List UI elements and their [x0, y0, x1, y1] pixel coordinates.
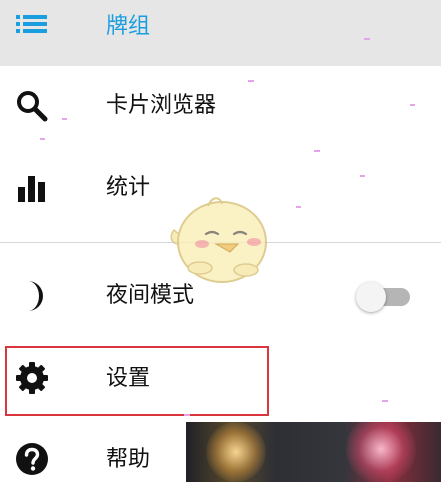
decorative-speck — [314, 150, 320, 152]
bar-chart-icon — [14, 170, 50, 206]
decorative-speck — [296, 206, 301, 208]
menu-item-label: 卡片浏览器 — [106, 93, 217, 118]
drawer-header-decks[interactable]: 牌组 — [0, 0, 441, 66]
search-icon — [14, 88, 50, 124]
banner-light-glow — [346, 422, 416, 482]
decorative-speck — [360, 175, 365, 177]
menu-item-label: 统计 — [106, 175, 151, 200]
menu-item-label: 帮助 — [106, 447, 151, 472]
toggle-thumb — [356, 282, 386, 312]
decorative-speck — [40, 138, 45, 140]
mascot-overlay-image — [166, 194, 270, 286]
list-icon[interactable] — [14, 7, 50, 43]
settings-highlight-box — [5, 346, 269, 416]
menu-item-card-browser[interactable]: 卡片浏览器 — [0, 66, 441, 146]
decorative-speck — [410, 104, 415, 106]
decorative-speck — [364, 38, 370, 40]
decorative-speck — [184, 414, 190, 416]
help-circle-icon — [14, 441, 50, 477]
decorative-speck — [62, 118, 67, 120]
decorative-speck — [248, 80, 254, 82]
night-mode-toggle[interactable] — [356, 282, 412, 312]
watermark-banner-image — [186, 422, 441, 482]
decorative-speck — [382, 400, 388, 402]
moon-icon — [14, 278, 50, 314]
banner-light-glow — [206, 422, 266, 482]
decks-label: 牌组 — [106, 14, 151, 39]
